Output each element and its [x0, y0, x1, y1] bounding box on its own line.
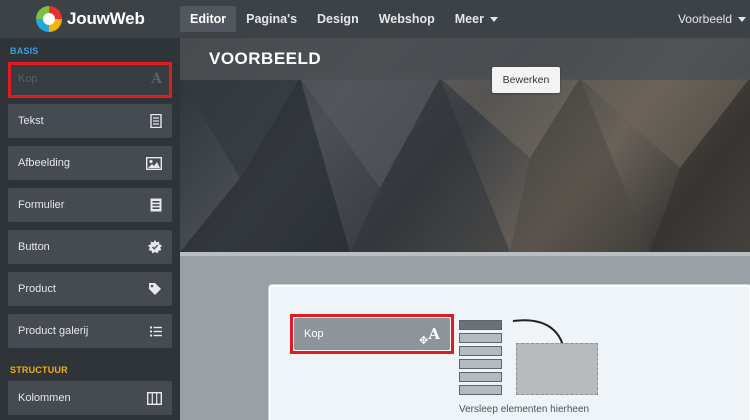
nav-meer[interactable]: Meer — [445, 6, 508, 32]
element-sidebar: BASIS Kop A Tekst Afbeelding Formulier B… — [0, 38, 180, 420]
stack-bar — [459, 333, 502, 343]
sidebar-item-label: Product galerij — [18, 325, 89, 337]
sidebar-item-product[interactable]: Product — [8, 272, 172, 306]
top-bar: JouwWeb Editor Pagina's Design Webshop M… — [0, 0, 750, 38]
header-image: VOORBEELD Bewerken — [180, 38, 750, 252]
stack-bar — [459, 320, 502, 330]
stack-bar — [459, 385, 502, 395]
nav-editor[interactable]: Editor — [180, 6, 237, 32]
site-menu[interactable]: Voorbeeld — [678, 6, 746, 32]
logo[interactable]: JouwWeb — [36, 5, 145, 33]
sidebar-item-label: Afbeelding — [18, 157, 70, 169]
sidebar-item-kolommen[interactable]: Kolommen — [8, 381, 172, 415]
logo-ball-icon — [36, 6, 62, 32]
chevron-down-icon — [489, 17, 498, 23]
highlight-box — [8, 62, 172, 98]
polygon-background — [180, 38, 750, 252]
divider — [180, 252, 750, 256]
columns-icon — [147, 391, 162, 405]
page-title[interactable]: VOORBEELD — [209, 49, 321, 69]
section-structuur-label: STRUCTUUR — [10, 365, 68, 375]
section-basis-label: BASIS — [10, 46, 39, 56]
stack-bar — [459, 359, 502, 369]
sidebar-item-label: Tekst — [18, 115, 44, 127]
gear-badge-icon — [148, 240, 162, 254]
nav-webshop[interactable]: Webshop — [369, 6, 445, 32]
nav-design[interactable]: Design — [307, 6, 369, 32]
document-icon — [150, 114, 162, 128]
sidebar-item-afbeelding[interactable]: Afbeelding — [8, 146, 172, 180]
element-stack-illustration — [459, 320, 502, 398]
form-icon — [150, 198, 162, 212]
content-dropzone-area[interactable]: Kop A ✥ Versleep elementen hierheen — [269, 285, 750, 420]
image-icon — [146, 156, 162, 170]
edit-header-button[interactable]: Bewerken — [492, 67, 560, 93]
sidebar-item-label: Button — [18, 241, 50, 253]
sidebar-item-tekst[interactable]: Tekst — [8, 104, 172, 138]
highlight-box — [290, 314, 454, 354]
tag-icon — [149, 283, 161, 295]
sidebar-item-formulier[interactable]: Formulier — [8, 188, 172, 222]
list-icon — [150, 326, 162, 336]
editor-canvas: VOORBEELD Bewerken Kop A ✥ Versleep elem… — [180, 38, 750, 420]
sidebar-item-product-galerij[interactable]: Product galerij — [8, 314, 172, 348]
stack-bar — [459, 372, 502, 382]
stack-bar — [459, 346, 502, 356]
nav-paginas[interactable]: Pagina's — [236, 6, 307, 32]
site-menu-label: Voorbeeld — [677, 12, 732, 26]
drop-zone[interactable] — [516, 343, 598, 395]
sidebar-item-label: Formulier — [18, 199, 65, 211]
sidebar-item-button[interactable]: Button — [8, 230, 172, 264]
main-nav: Editor Pagina's Design Webshop Meer — [180, 6, 508, 32]
chevron-down-icon — [738, 17, 746, 23]
nav-meer-label: Meer — [454, 12, 484, 26]
drop-caption: Versleep elementen hierheen — [459, 404, 590, 415]
sidebar-item-label: Product — [18, 283, 56, 295]
logo-text: JouwWeb — [67, 9, 145, 28]
sidebar-item-label: Kolommen — [18, 392, 71, 404]
